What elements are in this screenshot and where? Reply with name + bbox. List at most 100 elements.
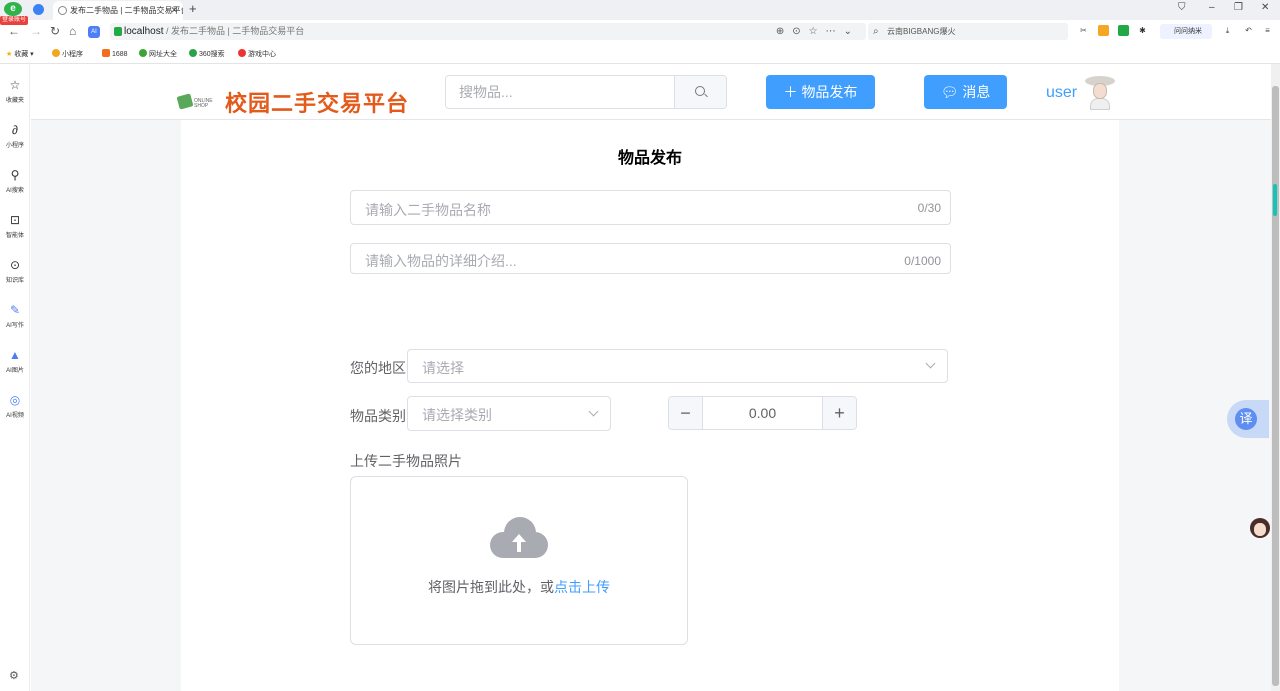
secure-icon xyxy=(114,27,122,36)
item-description-count: 0/1000 xyxy=(904,254,941,268)
globe-icon xyxy=(58,6,67,15)
tab-title: 发布二手物品 | 二手物品交易平台 xyxy=(70,6,183,15)
translate-icon: 译 xyxy=(1235,408,1257,430)
page-scrollbar[interactable] xyxy=(1271,64,1280,691)
messages-button[interactable]: 💬︎ 消息 xyxy=(924,75,1007,109)
plus-icon: ＋ xyxy=(783,84,798,100)
browser-sidebar: ☆ 收藏夹 ∂ 小程序 ⚲ AI搜索 ⊡ 智能体 ⊙ 知识库 ✎ AI写作 ▲ AI图片 ◎ A… xyxy=(0,64,30,691)
ai-icon[interactable]: AI xyxy=(88,26,100,38)
decrease-button[interactable]: − xyxy=(669,397,703,429)
wenwen-extension[interactable]: 问问纳米 xyxy=(1160,24,1212,39)
increase-button[interactable]: + xyxy=(822,397,856,429)
region-select[interactable]: 请选择 xyxy=(407,349,948,383)
publish-form-card: 物品发布 请输入二手物品名称 0/30 请输入物品的详细介绍... 0/1000… xyxy=(181,120,1119,691)
knowledge-icon: ⊙ xyxy=(9,258,21,272)
item-description-placeholder: 请输入物品的详细介绍... xyxy=(365,253,517,269)
image-icon: ▲ xyxy=(9,348,21,362)
web-page: ONLINESHOP 校园二手交易平台 ＋ 物品发布 💬︎ 消息 user 物品… xyxy=(31,64,1271,691)
chat-bubble-icon: 💬︎ xyxy=(940,84,959,100)
bookmark-miniapp[interactable]: 小程序 xyxy=(52,49,83,59)
search-input[interactable] xyxy=(446,76,675,108)
bookmark-360[interactable]: 360搜索 xyxy=(189,49,225,59)
upload-dropzone[interactable]: 将图片拖到此处，或点击上传 xyxy=(350,476,688,645)
item-name-placeholder: 请输入二手物品名称 xyxy=(365,202,491,218)
url-host: localhost xyxy=(124,26,164,37)
extension-green-icon[interactable] xyxy=(1118,25,1129,36)
restore-icon[interactable]: ❐ xyxy=(1234,2,1243,13)
scrollbar-thumb[interactable] xyxy=(1272,86,1279,686)
shirt-icon[interactable]: ⛉ xyxy=(1178,2,1186,13)
bookmark-sites[interactable]: 网址大全 xyxy=(139,49,177,59)
search-button[interactable] xyxy=(674,76,726,108)
username[interactable]: user xyxy=(1046,84,1077,102)
page-title: 物品发布 xyxy=(617,150,682,167)
assistant-avatar-icon[interactable] xyxy=(1249,518,1271,542)
extensions-icon[interactable]: ✱ xyxy=(1137,25,1148,36)
item-description-textarea[interactable]: 请输入物品的详细介绍... 0/1000 xyxy=(350,243,951,274)
bookmark-1688[interactable]: 1688 xyxy=(102,49,128,58)
upload-hint: 将图片拖到此处，或点击上传 xyxy=(428,579,610,595)
search-box xyxy=(445,75,727,109)
video-icon: ◎ xyxy=(9,393,21,407)
browser-tab-bar: e 登录账号 发布二手物品 | 二手物品交易平台 ✕ + ⛉ – ❐ ✕ xyxy=(0,0,1280,25)
category-select[interactable]: 请选择类别 xyxy=(407,396,611,431)
agent-icon: ⊡ xyxy=(9,213,21,227)
gear-icon[interactable]: ⚙ xyxy=(9,669,19,682)
region-placeholder: 请选择 xyxy=(422,360,464,376)
new-tab-button[interactable]: + xyxy=(189,1,197,16)
price-value[interactable]: 0.00 xyxy=(703,397,822,429)
minimize-icon[interactable]: – xyxy=(1209,2,1215,13)
search-icon: ⌕ xyxy=(873,26,879,37)
browser-tab[interactable]: 发布二手物品 | 二手物品交易平台 ✕ xyxy=(53,1,183,20)
login-badge[interactable]: 登录账号 xyxy=(0,16,29,25)
chevron-down-icon xyxy=(925,358,936,369)
extension-fox-icon[interactable] xyxy=(1098,25,1109,36)
browser-search-box[interactable]: ⌕ 云南BIGBANG爆火 xyxy=(868,23,1068,40)
sidebar-item-miniapp[interactable]: ∂ 小程序 xyxy=(0,122,30,149)
miniapp-icon: ∂ xyxy=(12,123,18,137)
click-upload-link[interactable]: 点击上传 xyxy=(554,579,610,595)
browser-logo-icon[interactable]: e xyxy=(4,2,22,16)
sidebar-item-knowledge[interactable]: ⊙ 知识库 xyxy=(0,257,30,284)
back-icon[interactable]: ← xyxy=(8,24,20,38)
translate-button[interactable]: 译 xyxy=(1227,400,1269,438)
shield-icon[interactable] xyxy=(33,4,44,15)
wenwen-label: 问问纳米 xyxy=(1174,28,1202,35)
star-icon: ☆ xyxy=(9,78,21,92)
url-path: / 发布二手物品 | 二手物品交易平台 xyxy=(163,26,305,36)
sidebar-item-ai-image[interactable]: ▲ AI图片 xyxy=(0,347,30,374)
region-label: 您的地区 xyxy=(350,360,406,376)
sidebar-item-ai-video[interactable]: ◎ AI视频 xyxy=(0,392,30,419)
home-icon[interactable]: ⌂ xyxy=(69,24,76,38)
logo-mark: ONLINE SHOP xyxy=(194,98,213,109)
menu-icon[interactable]: ≡ xyxy=(1262,25,1273,36)
bookmark-games[interactable]: 游戏中心 xyxy=(238,49,276,59)
site-logo[interactable]: ONLINE SHOP xyxy=(176,88,224,118)
sidebar-item-ai-writing[interactable]: ✎ AI写作 xyxy=(0,302,30,329)
upload-cloud-icon xyxy=(490,516,548,560)
site-title[interactable]: 校园二手交易平台 xyxy=(225,86,409,118)
address-actions[interactable]: ⊕⊙☆⋯⌄ xyxy=(776,23,860,40)
price-stepper: − 0.00 + xyxy=(668,396,857,430)
category-placeholder: 请选择类别 xyxy=(422,407,492,423)
bookmark-favorites[interactable]: ★ 收藏 ▾ xyxy=(6,49,34,59)
sidebar-item-ai-search[interactable]: ⚲ AI搜索 xyxy=(0,167,30,194)
chevron-down-icon xyxy=(588,406,599,417)
address-bar[interactable]: localhost / 发布二手物品 | 二手物品交易平台 ⊕⊙☆⋯⌄ xyxy=(110,23,866,40)
download-icon[interactable]: ⤓ xyxy=(1222,25,1233,36)
forward-icon[interactable]: → xyxy=(30,24,42,38)
upload-label: 上传二手物品照片 xyxy=(350,453,462,469)
close-window-icon[interactable]: ✕ xyxy=(1261,2,1269,13)
item-name-input[interactable]: 请输入二手物品名称 0/30 xyxy=(350,190,951,225)
bookmarks-bar: ★ 收藏 ▾ 小程序 1688 网址大全 360搜索 游戏中心 xyxy=(0,44,1280,64)
sidebar-item-favorites[interactable]: ☆ 收藏夹 xyxy=(0,77,30,104)
reload-icon[interactable]: ↻ xyxy=(50,24,60,38)
sidebar-item-agent[interactable]: ⊡ 智能体 xyxy=(0,212,30,239)
scissors-icon[interactable]: ✂ xyxy=(1078,25,1089,36)
publish-item-button[interactable]: ＋ 物品发布 xyxy=(766,75,875,109)
edit-icon: ✎ xyxy=(9,303,21,317)
shopping-bag-icon xyxy=(176,93,194,110)
avatar[interactable] xyxy=(1083,74,1117,110)
close-tab-icon[interactable]: ✕ xyxy=(170,1,178,20)
undo-icon[interactable]: ↶ xyxy=(1243,25,1254,36)
